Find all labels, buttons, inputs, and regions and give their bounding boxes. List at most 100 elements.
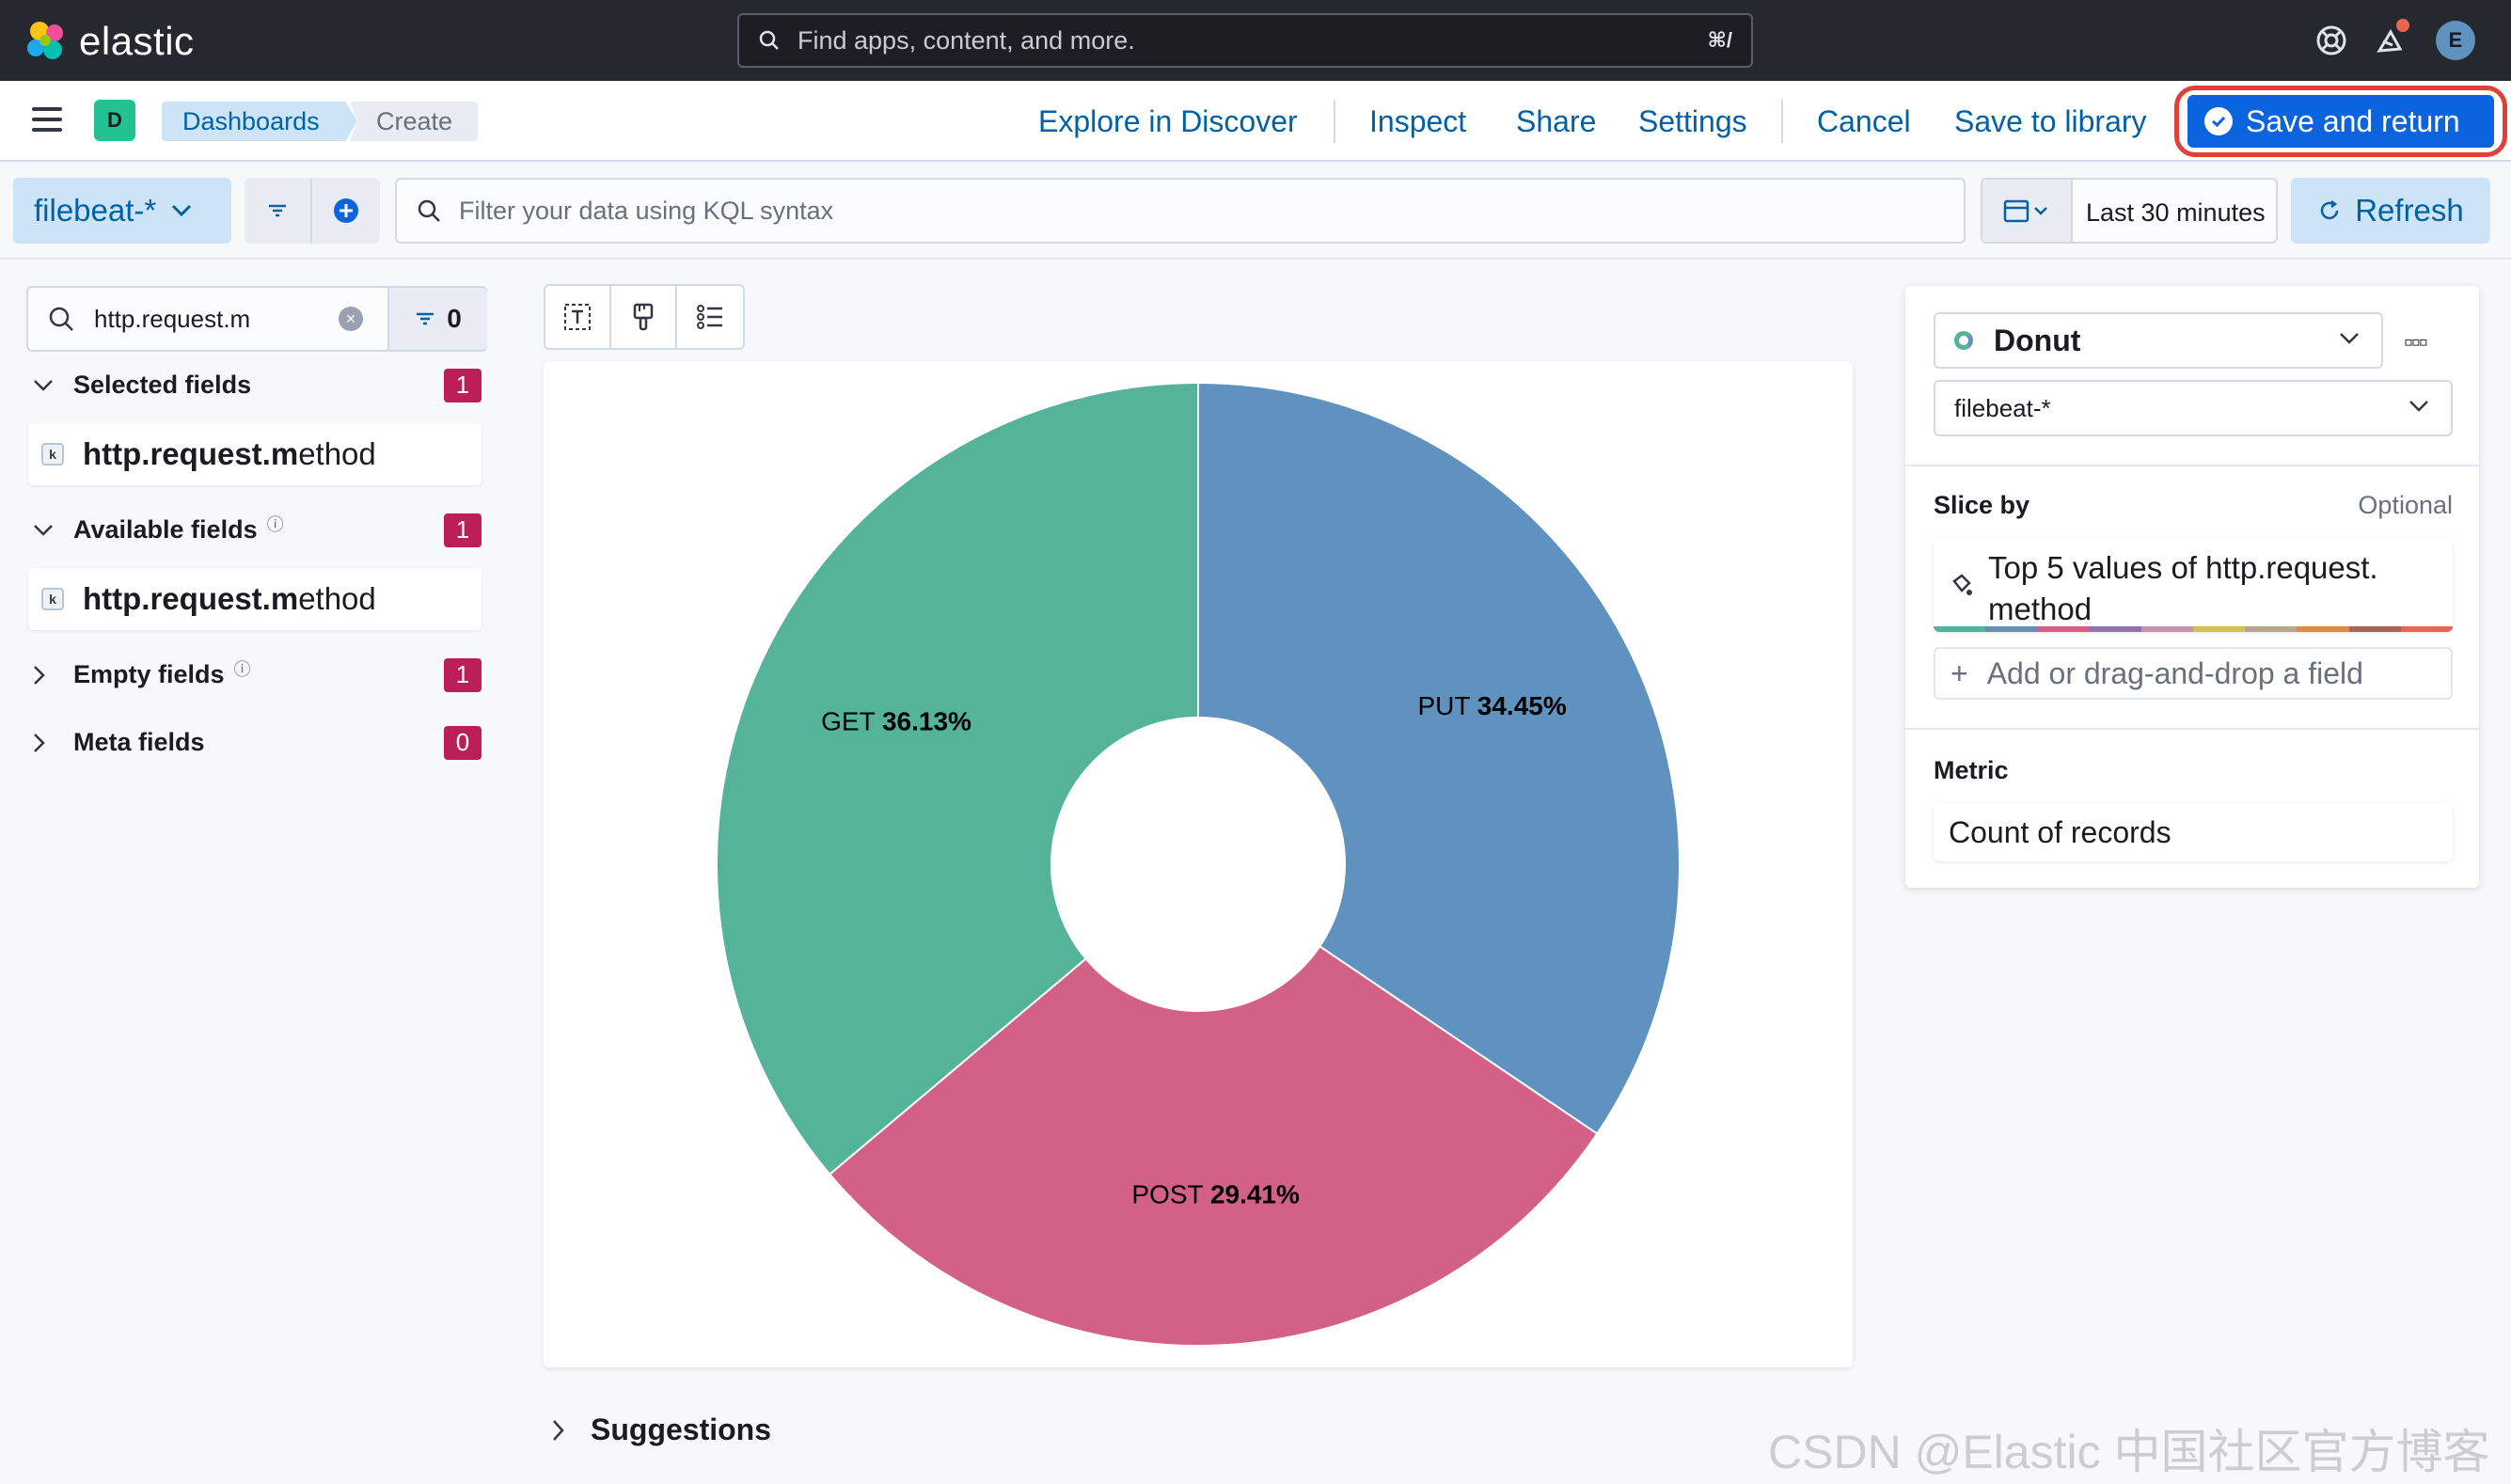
global-search-input[interactable]: Find apps, content, and more. ⌘/ (737, 13, 1753, 68)
settings-link[interactable]: Settings (1638, 102, 1747, 141)
search-icon (418, 199, 440, 222)
calendar-icon (2003, 199, 2047, 223)
menu-icon[interactable] (32, 107, 62, 134)
suggestions-label: Suggestions (591, 1413, 772, 1446)
visualization-type-label: Donut (1994, 323, 2081, 357)
breadcrumb-dashboards[interactable]: Dashboards (162, 102, 357, 141)
palette-strip (1934, 626, 2453, 632)
donut-chart[interactable]: PUT 34.45% POST 29.41% GET 36.13% (544, 361, 1853, 1367)
refresh-icon (2320, 200, 2339, 220)
add-field-label: Add or drag-and-drop a field (1986, 655, 2363, 690)
share-link[interactable]: Share (1516, 102, 1596, 141)
help-icon[interactable]: ⓘ (234, 656, 251, 681)
clear-search-icon[interactable]: × (339, 307, 363, 331)
available-fields-count: 1 (444, 513, 482, 547)
text-icon (564, 304, 591, 330)
slice-by-dimension[interactable]: Top 5 values of http.request. method (1934, 538, 2453, 632)
add-field-button[interactable]: + Add or drag-and-drop a field (1934, 647, 2453, 700)
field-search-value: http.request.m (94, 304, 251, 333)
user-avatar[interactable]: E (2436, 21, 2475, 60)
nav-divider (1781, 100, 1783, 143)
field-name-match: http.request.m (83, 581, 299, 616)
palette-swatch (2193, 626, 2246, 632)
check-icon (2204, 107, 2233, 135)
keyword-type-icon: k (41, 443, 64, 466)
available-fields-toggle[interactable]: Available fields ⓘ 1 (32, 512, 482, 547)
app-bar: D Dashboards Create Explore in Discover … (0, 81, 2511, 162)
kql-query-input[interactable]: Filter your data using KQL syntax (395, 178, 1966, 244)
layer-data-view-select[interactable]: filebeat-* (1934, 380, 2453, 436)
titles-and-text-button[interactable] (545, 286, 612, 348)
explore-in-discover-link[interactable]: Explore in Discover (1038, 102, 1298, 141)
field-name-rest: ethod (298, 581, 376, 616)
chevron-down-icon (2409, 401, 2428, 412)
palette-swatch (2297, 626, 2349, 632)
suggestions-toggle[interactable]: Suggestions (551, 1413, 771, 1447)
list-icon (697, 305, 723, 329)
meta-fields-count: 0 (444, 725, 482, 760)
save-and-return-button[interactable]: Save and return (2187, 95, 2494, 148)
metric-value: Count of records (1949, 814, 2171, 849)
brand-name: elastic (79, 19, 195, 63)
slice-by-value: Top 5 values of http.request. method (1988, 550, 2378, 626)
empty-fields-label: Empty fields (73, 660, 225, 688)
kql-placeholder: Filter your data using KQL syntax (459, 196, 834, 225)
slice-label-post: POST 29.41% (1131, 1180, 1300, 1209)
notification-dot (2396, 19, 2409, 32)
config-panel: Donut ▫▫▫ filebeat-* Slice by Optional T… (1905, 286, 2479, 888)
chevron-down-icon (34, 379, 53, 391)
keyword-type-icon: k (41, 588, 64, 610)
elastic-logo-icon (27, 22, 63, 59)
inspect-link[interactable]: Inspect (1369, 102, 1466, 141)
filter-menu-button[interactable] (245, 178, 312, 244)
field-item-selected[interactable]: k http.request.method (28, 423, 482, 485)
palette-swatch (2140, 626, 2194, 632)
date-picker[interactable]: Last 30 minutes (1981, 178, 2278, 244)
selected-fields-toggle[interactable]: Selected fields 1 (32, 368, 482, 403)
field-filter-count: 0 (447, 304, 462, 333)
search-icon (49, 307, 73, 331)
elastic-logo[interactable]: elastic (24, 19, 195, 64)
space-avatar[interactable]: D (94, 100, 135, 141)
palette-swatch (2037, 626, 2090, 632)
selected-fields-count: 1 (444, 368, 482, 403)
slice-by-optional: Optional (2358, 491, 2453, 519)
refresh-button[interactable]: Refresh (2291, 178, 2490, 244)
help-icon[interactable] (2312, 21, 2351, 60)
search-shortcut: ⌘/ (1707, 28, 1732, 52)
visualization-type-select[interactable]: Donut (1934, 312, 2383, 369)
empty-fields-toggle[interactable]: Empty fields ⓘ 1 (32, 657, 482, 692)
empty-fields-count: 1 (444, 657, 482, 692)
palette-swatch (1934, 626, 1986, 632)
chevron-right-icon (34, 665, 45, 685)
field-search-input[interactable]: http.request.m × 0 (26, 286, 487, 352)
quick-menu-button[interactable] (1982, 180, 2073, 242)
add-filter-button[interactable] (312, 178, 380, 244)
legend-button[interactable] (677, 286, 743, 348)
meta-fields-label: Meta fields (73, 728, 205, 756)
donut-icon (1954, 331, 1973, 350)
divider (1905, 465, 2479, 466)
more-options-icon[interactable]: ▫▫▫ (2404, 327, 2428, 357)
filter-controls (245, 178, 380, 244)
chevron-down-icon (34, 524, 53, 536)
field-item-available[interactable]: k http.request.method (28, 568, 482, 630)
field-type-filter-button[interactable]: 0 (387, 288, 487, 350)
appearance-button[interactable] (611, 286, 678, 348)
breadcrumb-create: Create (350, 102, 478, 141)
data-view-picker[interactable]: filebeat-* (13, 178, 231, 244)
global-search-placeholder: Find apps, content, and more. (798, 25, 1135, 55)
cancel-link[interactable]: Cancel (1817, 102, 1911, 141)
plus-circle-icon (334, 198, 358, 223)
palette-swatch (2089, 626, 2141, 632)
save-and-return-label: Save and return (2246, 103, 2460, 138)
search-icon (759, 30, 779, 50)
save-to-library-link[interactable]: Save to library (1954, 102, 2147, 141)
metric-dimension[interactable]: Count of records (1934, 803, 2453, 861)
data-view-label: filebeat-* (34, 193, 157, 228)
chevron-down-icon (2340, 333, 2359, 344)
chart-toolbar (544, 284, 745, 350)
meta-fields-toggle[interactable]: Meta fields 0 (32, 725, 482, 760)
help-icon[interactable]: ⓘ (267, 512, 284, 536)
refresh-label: Refresh (2355, 193, 2464, 228)
